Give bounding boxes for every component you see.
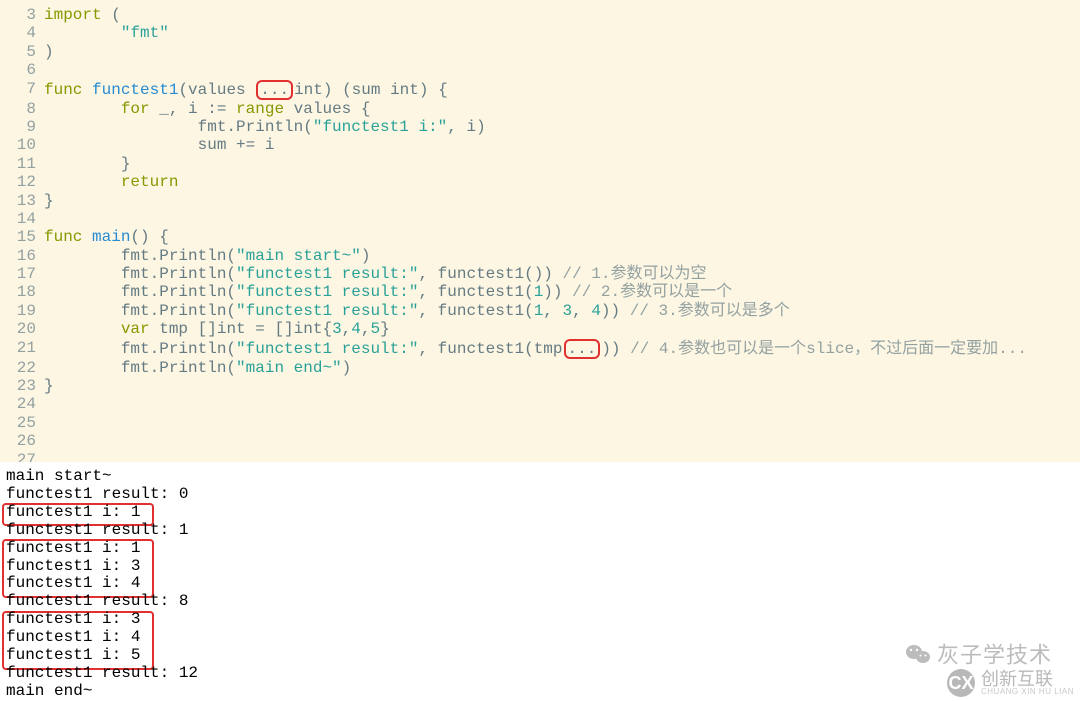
code-line: 13} bbox=[0, 192, 1080, 210]
brand-logo-icon: CX bbox=[947, 669, 975, 697]
code-source: sum += i bbox=[44, 136, 274, 154]
code-source: } bbox=[44, 192, 54, 210]
brand-sub: CHUANG XIN HU LIAN bbox=[981, 688, 1074, 696]
watermark-author-text: 灰子学技术 bbox=[937, 643, 1052, 668]
output-line: main end~ bbox=[6, 683, 1074, 701]
code-line: 6 bbox=[0, 61, 1080, 79]
watermark-author: 灰子学技术 bbox=[905, 643, 1052, 671]
line-number: 22 bbox=[0, 359, 44, 377]
code-source: var tmp []int = []int{3,4,5} bbox=[44, 320, 390, 338]
code-source: fmt.Println("functest1 result:", functes… bbox=[44, 339, 1027, 359]
code-source: return bbox=[44, 173, 178, 191]
code-source: ) bbox=[44, 43, 54, 61]
code-source: import ( bbox=[44, 6, 121, 24]
code-editor-pane: 3import (4 "fmt"5)67func functest1(value… bbox=[0, 0, 1080, 462]
line-number: 24 bbox=[0, 395, 44, 413]
code-line: 4 "fmt" bbox=[0, 24, 1080, 42]
output-line: functest1 i: 3 bbox=[6, 611, 1074, 629]
output-line: functest1 result: 8 bbox=[6, 593, 1074, 611]
code-source: func functest1(values ...int) (sum int) … bbox=[44, 80, 448, 100]
line-number: 26 bbox=[0, 432, 44, 450]
code-line: 21 fmt.Println("functest1 result:", func… bbox=[0, 339, 1080, 359]
code-source: func main() { bbox=[44, 228, 169, 246]
line-number: 9 bbox=[0, 118, 44, 136]
line-number: 10 bbox=[0, 136, 44, 154]
code-line: 16 fmt.Println("main start~") bbox=[0, 247, 1080, 265]
line-number: 13 bbox=[0, 192, 44, 210]
line-number: 6 bbox=[0, 61, 44, 79]
code-line: 24 bbox=[0, 395, 1080, 413]
code-line: 18 fmt.Println("functest1 result:", func… bbox=[0, 283, 1080, 301]
brand-name: 创新互联 bbox=[981, 670, 1053, 688]
code-line: 25 bbox=[0, 414, 1080, 432]
code-line: 12 return bbox=[0, 173, 1080, 191]
code-source: fmt.Println("functest1 result:", functes… bbox=[44, 283, 732, 301]
line-number: 15 bbox=[0, 228, 44, 246]
code-line: 9 fmt.Println("functest1 i:", i) bbox=[0, 118, 1080, 136]
line-number: 14 bbox=[0, 210, 44, 228]
wechat-icon bbox=[905, 643, 931, 671]
code-line: 15func main() { bbox=[0, 228, 1080, 246]
code-line: 17 fmt.Println("functest1 result:", func… bbox=[0, 265, 1080, 283]
code-line: 19 fmt.Println("functest1 result:", func… bbox=[0, 302, 1080, 320]
highlight-box: ... bbox=[256, 80, 293, 100]
code-line: 7func functest1(values ...int) (sum int)… bbox=[0, 80, 1080, 100]
code-source: for _, i := range values { bbox=[44, 100, 370, 118]
watermark-brand: CX 创新互联 CHUANG XIN HU LIAN bbox=[947, 669, 1074, 697]
code-line: 5) bbox=[0, 43, 1080, 61]
code-source: } bbox=[44, 155, 130, 173]
line-number: 12 bbox=[0, 173, 44, 191]
output-line: functest1 i: 4 bbox=[6, 575, 1074, 593]
code-line: 20 var tmp []int = []int{3,4,5} bbox=[0, 320, 1080, 338]
code-line: 11 } bbox=[0, 155, 1080, 173]
highlight-box: ... bbox=[564, 339, 601, 359]
line-number: 17 bbox=[0, 265, 44, 283]
line-number: 18 bbox=[0, 283, 44, 301]
line-number: 7 bbox=[0, 80, 44, 100]
code-line: 10 sum += i bbox=[0, 136, 1080, 154]
code-source: fmt.Println("main end~") bbox=[44, 359, 351, 377]
terminal-output-pane: main start~functest1 result: 0functest1 … bbox=[0, 462, 1080, 701]
line-number: 8 bbox=[0, 100, 44, 118]
output-line: functest1 result: 1 bbox=[6, 522, 1074, 540]
line-number: 16 bbox=[0, 247, 44, 265]
code-line: 3import ( bbox=[0, 6, 1080, 24]
code-line: 26 bbox=[0, 432, 1080, 450]
output-line: functest1 i: 1 bbox=[6, 504, 1074, 522]
line-number: 5 bbox=[0, 43, 44, 61]
code-source: fmt.Println("functest1 i:", i) bbox=[44, 118, 486, 136]
code-line: 8 for _, i := range values { bbox=[0, 100, 1080, 118]
line-number: 21 bbox=[0, 339, 44, 359]
code-source: "fmt" bbox=[44, 24, 169, 42]
code-source: } bbox=[44, 377, 54, 395]
line-number: 3 bbox=[0, 6, 44, 24]
line-number: 20 bbox=[0, 320, 44, 338]
output-line: functest1 i: 3 bbox=[6, 558, 1074, 576]
line-number: 25 bbox=[0, 414, 44, 432]
code-source: fmt.Println("main start~") bbox=[44, 247, 370, 265]
code-line: 22 fmt.Println("main end~") bbox=[0, 359, 1080, 377]
output-line: functest1 i: 1 bbox=[6, 540, 1074, 558]
code-line: 14 bbox=[0, 210, 1080, 228]
line-number: 23 bbox=[0, 377, 44, 395]
code-source: fmt.Println("functest1 result:", functes… bbox=[44, 302, 790, 320]
code-line: 23} bbox=[0, 377, 1080, 395]
line-number: 4 bbox=[0, 24, 44, 42]
line-number: 11 bbox=[0, 155, 44, 173]
output-line: functest1 result: 0 bbox=[6, 486, 1074, 504]
output-line: main start~ bbox=[6, 468, 1074, 486]
code-source: fmt.Println("functest1 result:", functes… bbox=[44, 265, 707, 283]
line-number: 19 bbox=[0, 302, 44, 320]
